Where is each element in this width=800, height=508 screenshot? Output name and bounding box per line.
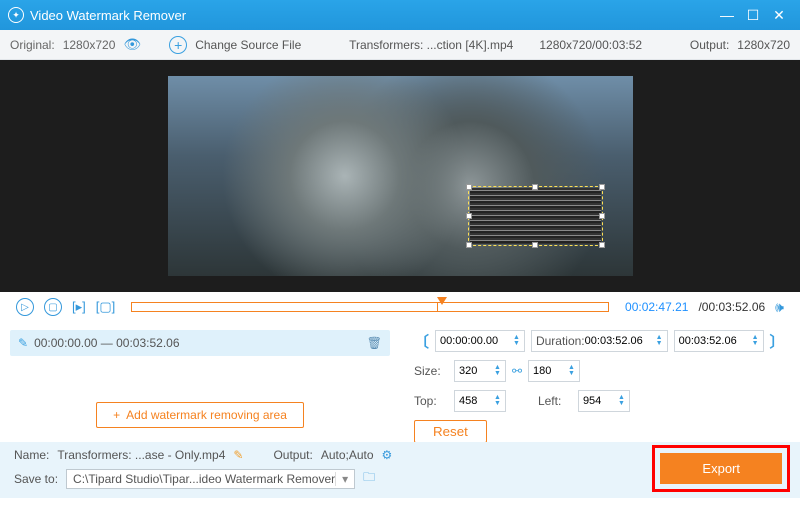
original-label: Original: [10, 38, 55, 52]
play-button[interactable]: ▷ [16, 298, 34, 316]
selection-box[interactable] [468, 186, 603, 246]
open-folder-icon[interactable]: 🗀 [363, 468, 375, 489]
left-input[interactable]: ▲▼ [578, 390, 630, 412]
mark-out-button[interactable]: [▢] [96, 299, 116, 315]
export-button[interactable]: Export [660, 453, 782, 484]
path-dropdown-icon[interactable]: ▾ [335, 472, 348, 486]
playback-controls: ▷ ▢ [▸] [▢] 00:02:47.21/00:03:52.06 🕪 [0, 292, 800, 322]
minimize-button[interactable]: ― [714, 2, 740, 28]
save-to-label: Save to: [14, 472, 58, 486]
output-format: Auto;Auto [321, 448, 374, 462]
top-label: Top: [414, 394, 448, 408]
maximize-button[interactable]: ☐ [740, 2, 766, 28]
add-area-button[interactable]: + Add watermark removing area [96, 402, 304, 428]
bracket-open-icon[interactable]: 〔 [414, 331, 429, 352]
mark-in-button[interactable]: [▸] [72, 299, 86, 315]
bottom-bar: Name: Transformers: ...ase - Only.mp4 ✎ … [0, 442, 800, 498]
plus-icon: + [113, 408, 120, 422]
close-button[interactable]: ✕ [766, 2, 792, 28]
output-format-label: Output: [273, 448, 312, 462]
current-filename: Transformers: ...ction [4K].mp4 [349, 38, 513, 52]
output-name: Transformers: ...ase - Only.mp4 [57, 448, 225, 462]
properties-panel: 〔 ▲▼ Duration:▲▼ ▲▼ 〕 Size: ▲▼ ⚯ ▲▼ Top:… [400, 322, 800, 442]
trim-start-input[interactable]: ▲▼ [435, 330, 525, 352]
add-area-label: Add watermark removing area [126, 408, 287, 422]
delete-segment-icon[interactable]: 🗑 [367, 336, 382, 350]
link-aspect-icon[interactable]: ⚯ [512, 364, 522, 378]
time-current: 00:02:47.21 [625, 300, 688, 314]
app-logo-icon: ✦ [8, 7, 24, 23]
left-label: Left: [538, 394, 572, 408]
stop-button[interactable]: ▢ [44, 298, 62, 316]
toolbar: Original: 1280x720 👁 + Change Source Fil… [0, 30, 800, 60]
original-resolution: 1280x720 [63, 38, 116, 52]
segments-panel: ✎ 00:00:00.00 — 00:03:52.06 🗑 + Add wate… [0, 322, 400, 442]
add-icon[interactable]: + [169, 36, 187, 54]
name-label: Name: [14, 448, 49, 462]
width-input[interactable]: ▲▼ [454, 360, 506, 382]
output-resolution: 1280x720 [737, 38, 790, 52]
trim-duration-input[interactable]: Duration:▲▼ [531, 330, 668, 352]
save-path: C:\Tipard Studio\Tipar...ideo Watermark … [73, 472, 335, 486]
app-title: Video Watermark Remover [30, 8, 714, 23]
time-total: /00:03:52.06 [698, 300, 765, 314]
video-preview[interactable] [0, 60, 800, 292]
save-path-input[interactable]: C:\Tipard Studio\Tipar...ideo Watermark … [66, 469, 355, 489]
segment-item[interactable]: ✎ 00:00:00.00 — 00:03:52.06 🗑 [10, 330, 390, 356]
reset-button[interactable]: Reset [414, 420, 487, 443]
timeline-slider[interactable] [131, 302, 609, 312]
output-label: Output: [690, 38, 729, 52]
preview-toggle-icon[interactable]: 👁 [123, 36, 141, 53]
bracket-close-icon[interactable]: 〕 [770, 331, 785, 352]
change-source-button[interactable]: Change Source File [195, 38, 301, 52]
size-label: Size: [414, 364, 448, 378]
export-highlight: Export [652, 445, 790, 492]
edit-name-icon[interactable]: ✎ [233, 448, 243, 462]
top-input[interactable]: ▲▼ [454, 390, 506, 412]
video-frame [168, 76, 633, 276]
volume-icon[interactable]: 🕪 [775, 299, 784, 316]
segment-icon: ✎ [18, 336, 28, 350]
trim-end-input[interactable]: ▲▼ [674, 330, 764, 352]
height-input[interactable]: ▲▼ [528, 360, 580, 382]
settings-icon[interactable]: ⚙ [382, 448, 393, 462]
titlebar: ✦ Video Watermark Remover ― ☐ ✕ [0, 0, 800, 30]
file-info: 1280x720/00:03:52 [539, 38, 642, 52]
segment-range: 00:00:00.00 — 00:03:52.06 [34, 336, 179, 350]
